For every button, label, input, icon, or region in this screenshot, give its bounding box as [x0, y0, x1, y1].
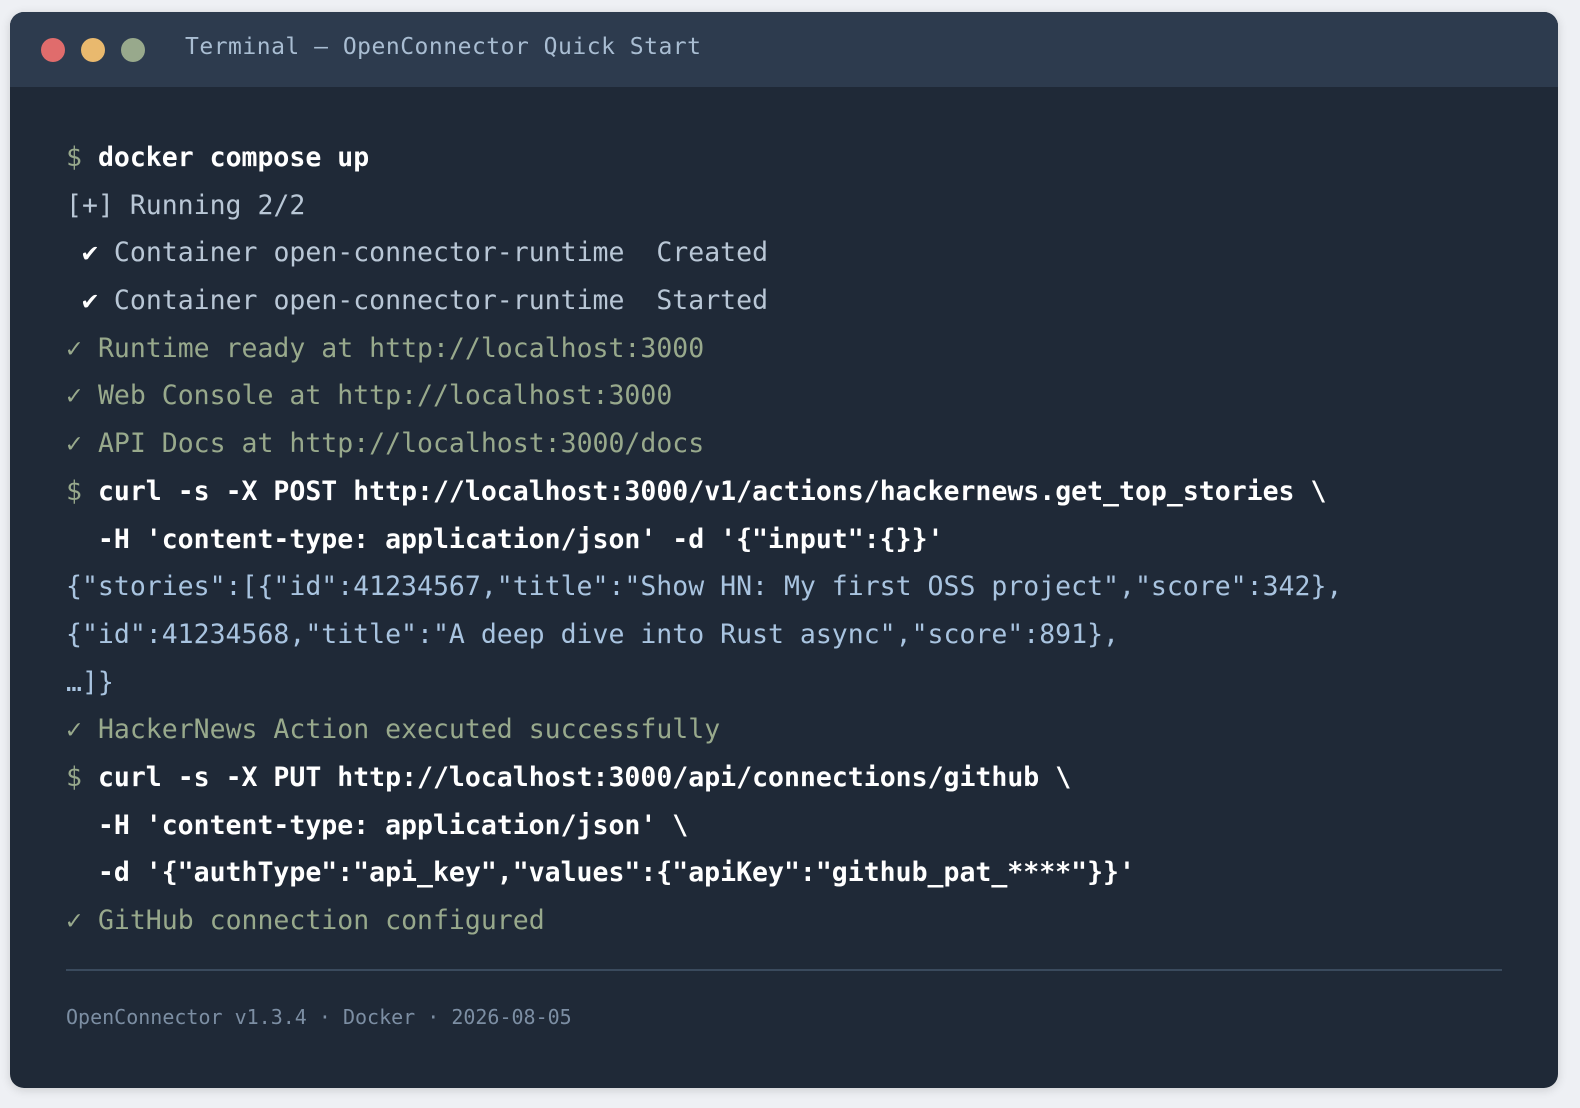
- close-window-button[interactable]: [41, 38, 65, 62]
- title-bar: Terminal — OpenConnector Quick Start: [10, 12, 1558, 87]
- json-output: {"id":41234568,"title":"A deep dive into…: [66, 618, 1119, 650]
- checkmark-icon: ✓: [66, 905, 82, 936]
- command-text: curl -s -X POST http://localhost:3000/v1…: [97, 475, 1327, 507]
- terminal-line: -H 'content-type: application/json' \: [66, 802, 1506, 850]
- terminal-line: $ curl -s -X POST http://localhost:3000/…: [66, 468, 1506, 516]
- terminal-line: [+] Running 2/2: [66, 182, 1506, 230]
- checkmark-icon: ✓: [66, 380, 82, 412]
- minimize-window-button[interactable]: [81, 38, 105, 62]
- checkmark-icon: ✓: [66, 332, 82, 364]
- output-text: Container open-connector-runtime Started: [113, 285, 769, 317]
- json-output: …]}: [66, 666, 114, 698]
- terminal-line: $ docker compose up: [66, 134, 1506, 182]
- terminal-line: {"id":41234568,"title":"A deep dive into…: [66, 611, 1506, 659]
- terminal-line: ✓ Runtime ready at http://localhost:3000: [66, 325, 1506, 373]
- window-title: Terminal — OpenConnector Quick Start: [185, 34, 702, 60]
- terminal-line: ✓ GitHub connection configured: [66, 897, 1506, 945]
- success-text: Web Console at http://localhost:3000: [97, 380, 673, 412]
- checkmark-icon: ✓: [66, 714, 82, 746]
- success-text: GitHub connection configured: [97, 905, 545, 936]
- success-text: Runtime ready at http://localhost:3000: [97, 332, 705, 364]
- terminal-line: -H 'content-type: application/json' -d '…: [66, 516, 1506, 564]
- checkmark-icon: ✓: [66, 428, 82, 460]
- terminal-line: ✓ HackerNews Action executed successfull…: [66, 706, 1506, 754]
- terminal-line: ✔ Container open-connector-runtime Creat…: [66, 229, 1506, 277]
- version-footer: OpenConnector v1.3.4 · Docker · 2026-08-…: [66, 1005, 572, 1029]
- terminal-window: Terminal — OpenConnector Quick Start $ d…: [10, 12, 1558, 1088]
- terminal-line: ✓ API Docs at http://localhost:3000/docs: [66, 420, 1506, 468]
- terminal-line: …]}: [66, 659, 1506, 707]
- command-text: curl -s -X PUT http://localhost:3000/api…: [97, 761, 1072, 793]
- terminal-line: -d '{"authType":"api_key","values":{"api…: [66, 849, 1506, 897]
- output-text: Container open-connector-runtime Created: [113, 237, 769, 269]
- command-text: -d '{"authType":"api_key","values":{"api…: [66, 857, 1135, 889]
- terminal-line: ✓ Web Console at http://localhost:3000: [66, 372, 1506, 420]
- checkmark-icon: ✔: [81, 285, 98, 317]
- success-text: HackerNews Action executed successfully: [97, 714, 721, 746]
- terminal-output[interactable]: $ docker compose up [+] Running 2/2 ✔ Co…: [66, 134, 1506, 945]
- terminal-line: {"stories":[{"id":41234567,"title":"Show…: [66, 563, 1506, 611]
- output-text: [+] Running 2/2: [66, 189, 306, 221]
- prompt-symbol: $: [66, 761, 82, 793]
- command-text: -H 'content-type: application/json' \: [66, 809, 689, 841]
- prompt-symbol: $: [66, 475, 82, 507]
- footer-divider: [66, 969, 1502, 971]
- terminal-line: ✔ Container open-connector-runtime Start…: [66, 277, 1506, 325]
- checkmark-icon: ✔: [81, 237, 98, 269]
- command-text: -H 'content-type: application/json' -d '…: [66, 523, 944, 555]
- maximize-window-button[interactable]: [121, 38, 145, 62]
- prompt-symbol: $: [66, 142, 82, 173]
- command-text: docker compose up: [97, 142, 370, 173]
- json-output: {"stories":[{"id":41234567,"title":"Show…: [66, 571, 1343, 603]
- terminal-line: $ curl -s -X PUT http://localhost:3000/a…: [66, 754, 1506, 802]
- success-text: API Docs at http://localhost:3000/docs: [97, 428, 705, 460]
